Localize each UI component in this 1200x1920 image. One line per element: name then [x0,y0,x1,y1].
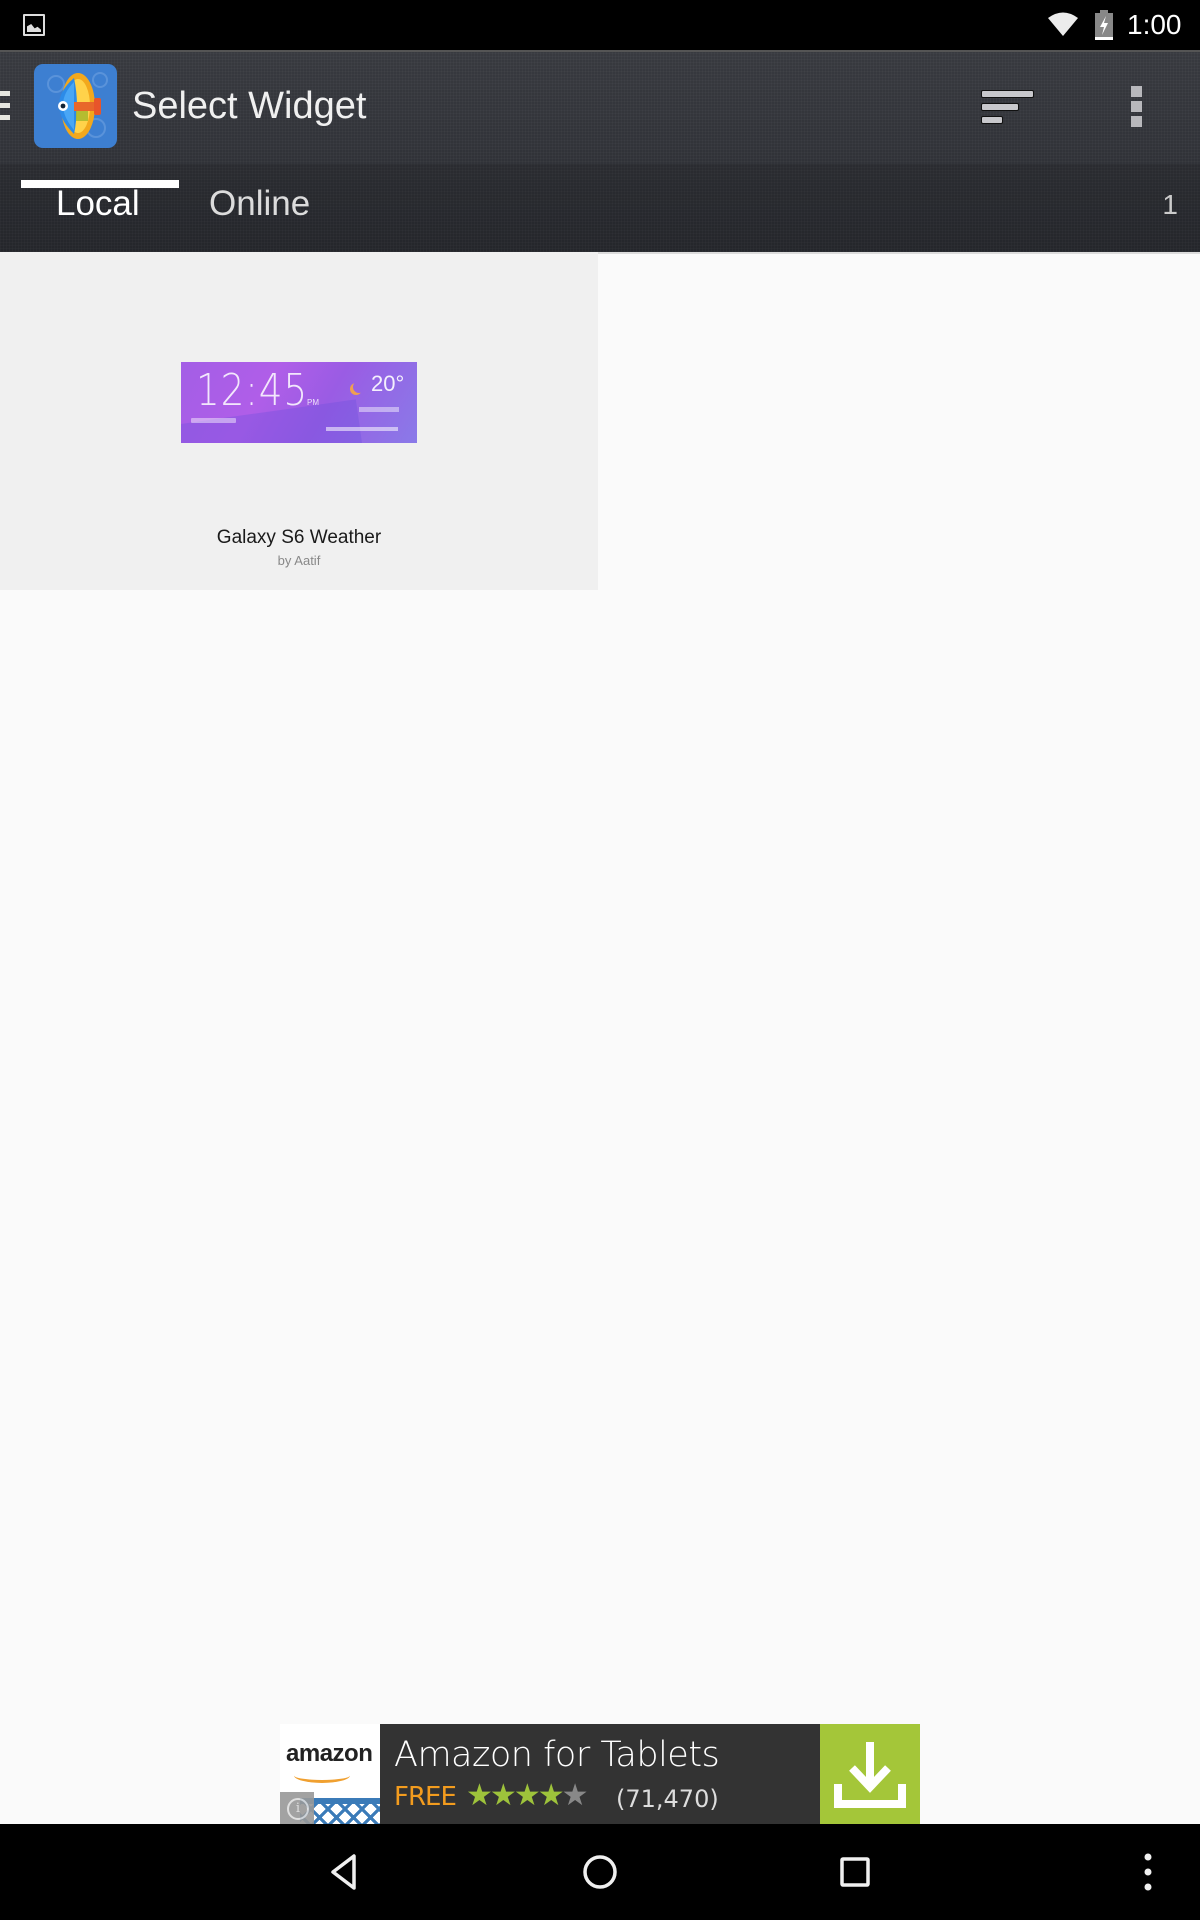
star-filled-icon: ★ [466,1779,493,1812]
ad-body[interactable]: Amazon for Tablets FREE ★★★★★ (71,470) [380,1724,820,1824]
status-time: 1:00 [1127,9,1182,40]
download-icon [834,1742,906,1808]
preview-condition [359,407,399,412]
amazon-logo: amazon i [280,1724,380,1824]
preview-temperature: 20° [371,371,405,396]
gallery-notification-icon [23,14,45,36]
toolbar: Select Widget Local Online 1 [0,50,1200,254]
page-title: Select Widget [132,85,367,127]
ad-download-button[interactable] [820,1724,920,1824]
star-empty-icon: ★ [561,1779,589,1812]
recents-button[interactable] [835,1852,875,1892]
drawer-menu-icon[interactable] [0,91,10,121]
app-icon[interactable] [34,64,117,148]
ad-info-button[interactable]: i [280,1792,314,1824]
widget-card[interactable]: 12:45 PM 20° Galaxy S6 Weather by Aatif [0,252,598,590]
preview-updated [326,427,398,431]
amazon-smile-icon [294,1768,350,1783]
widget-author: by Aatif [277,553,321,568]
star-filled-icon: ★ [537,1779,565,1812]
wifi-icon [1048,12,1078,36]
item-count: 1 [1162,189,1178,220]
preview-time: 12:45 [196,365,309,416]
ad-price: FREE [394,1782,457,1812]
preview-ampm: PM [307,398,319,407]
widget-name: Galaxy S6 Weather [216,527,382,548]
preview-date [191,418,236,423]
ad-review-count: (71,470) [616,1785,719,1813]
sort-icon[interactable] [978,88,1038,128]
star-filled-icon: ★ [513,1779,541,1812]
ad-rating-stars: ★★★★★ [466,1779,589,1812]
tab-local[interactable]: Local [56,182,140,226]
home-button[interactable] [580,1852,620,1892]
overflow-menu-icon[interactable] [1122,82,1152,132]
tab-online[interactable]: Online [209,182,310,226]
ad-banner[interactable]: amazon i Amazon for Tablets FREE ★★★★★ (… [280,1724,920,1824]
back-button[interactable] [325,1852,365,1892]
widget-preview-image: 12:45 PM 20° [181,362,417,443]
tab-bar: Local Online 1 [0,164,1200,254]
menu-button[interactable] [1133,1852,1163,1892]
navigation-bar [0,1824,1200,1920]
tab-indicator [21,180,179,188]
ad-brand: amazon [286,1740,373,1767]
moon-icon [353,381,365,393]
star-filled-icon: ★ [489,1779,517,1812]
status-bar: 1:00 [0,0,1200,50]
battery-charging-icon [1095,10,1113,40]
info-icon: i [287,1798,309,1820]
ad-title: Amazon for Tablets [394,1735,720,1775]
